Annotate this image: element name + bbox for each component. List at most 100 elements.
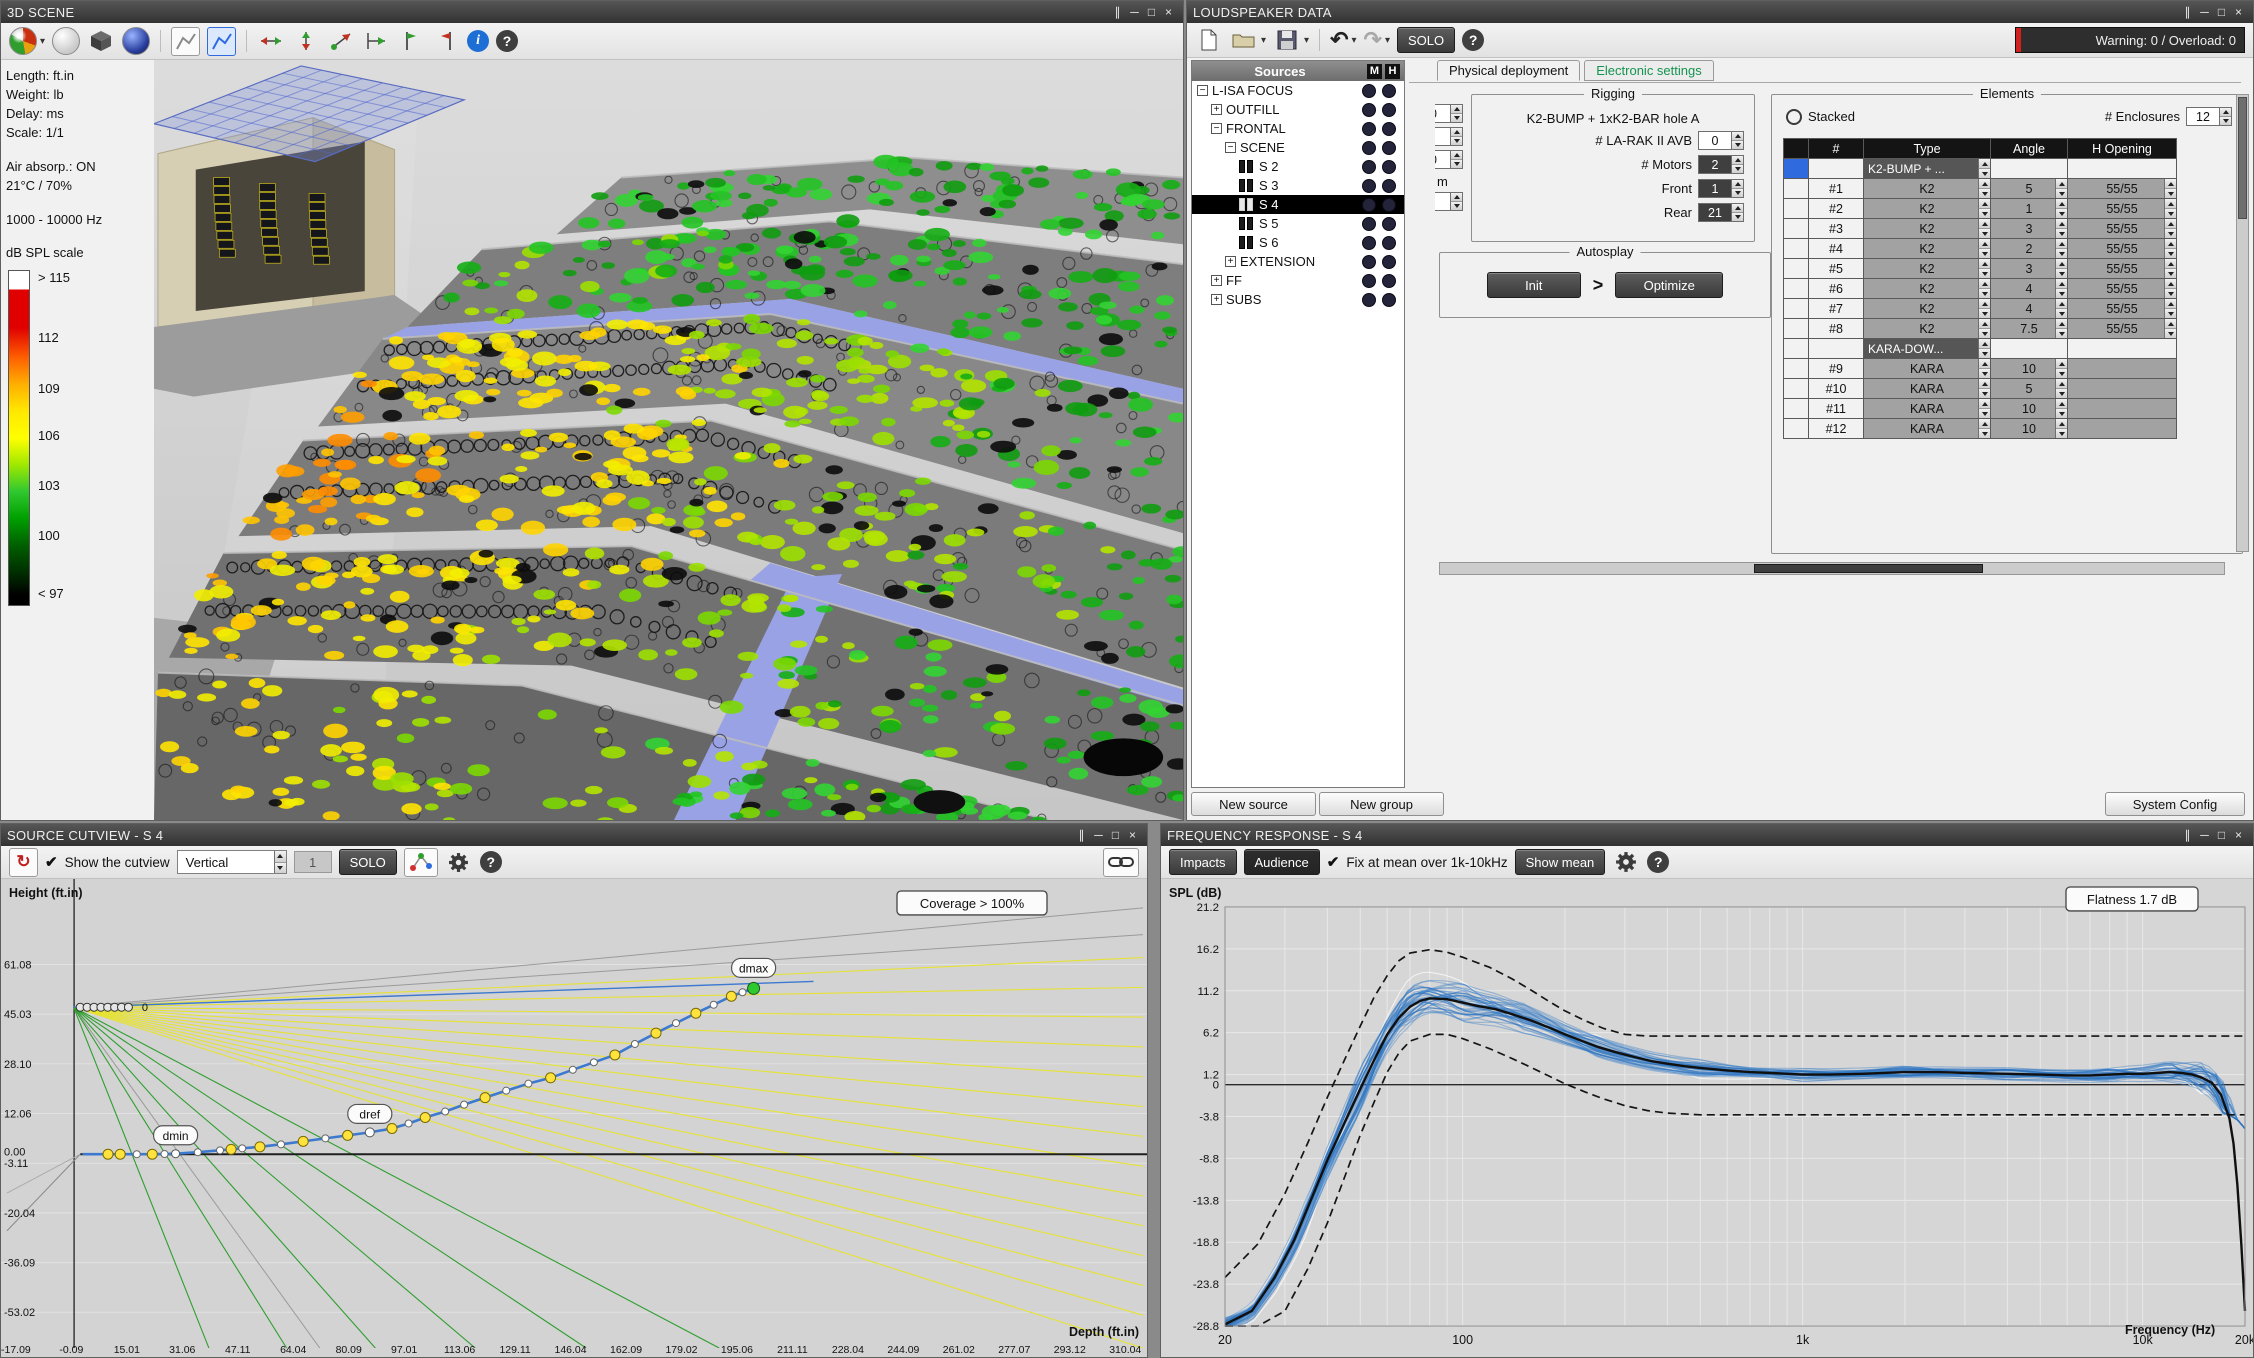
- stacked-radio[interactable]: [1786, 109, 1802, 125]
- row-indicator[interactable]: [1783, 318, 1809, 339]
- hide-indicator[interactable]: [1382, 160, 1396, 174]
- init-button[interactable]: Init: [1487, 272, 1581, 298]
- mute-indicator[interactable]: [1362, 179, 1376, 193]
- open-file-icon[interactable]: [1230, 27, 1258, 53]
- element-type-cell[interactable]: K2: [1863, 258, 1991, 279]
- spinbox[interactable]: 00: [1435, 150, 1463, 169]
- spinner-icon[interactable]: [2055, 299, 2067, 318]
- undo-icon[interactable]: ↶: [1330, 30, 1348, 50]
- new-group-button[interactable]: New group: [1319, 792, 1444, 816]
- row-indicator[interactable]: [1783, 418, 1809, 439]
- enclosures-spinbox[interactable]: 12: [2186, 107, 2232, 126]
- hide-indicator[interactable]: [1382, 179, 1396, 193]
- close-icon[interactable]: ×: [1124, 828, 1141, 842]
- open-caret-icon[interactable]: ▾: [1261, 35, 1266, 46]
- mute-indicator[interactable]: [1362, 274, 1376, 288]
- row-indicator[interactable]: [1783, 358, 1809, 379]
- save-caret-icon[interactable]: ▾: [1304, 35, 1309, 46]
- solo-button[interactable]: SOLO: [1397, 27, 1455, 53]
- row-indicator[interactable]: [1783, 258, 1809, 279]
- mute-indicator[interactable]: [1362, 84, 1376, 98]
- element-angle-cell[interactable]: 1: [1990, 198, 2068, 219]
- pin-icon[interactable]: ∥: [1073, 828, 1090, 842]
- element-hopening-cell[interactable]: 55/55: [2067, 278, 2177, 299]
- element-type-cell[interactable]: K2: [1863, 238, 1991, 259]
- spinbox[interactable]: 1: [1435, 127, 1463, 146]
- spinner-icon[interactable]: [2055, 419, 2067, 438]
- tree-item-frontal[interactable]: −FRONTAL: [1192, 119, 1404, 138]
- element-row[interactable]: #2K2155/55: [1784, 199, 2177, 219]
- spinner-icon[interactable]: [2055, 259, 2067, 278]
- spinner-icon[interactable]: [2164, 299, 2176, 318]
- pin-icon[interactable]: ∥: [2179, 828, 2196, 842]
- element-row[interactable]: #5K2355/55: [1784, 259, 2177, 279]
- spinner-icon[interactable]: [1978, 219, 1990, 238]
- start-flag-icon[interactable]: [397, 28, 425, 54]
- element-hopening-cell[interactable]: [2067, 418, 2177, 439]
- element-type-cell[interactable]: KARA-DOW...: [1863, 338, 1991, 359]
- spinner-icon[interactable]: [1731, 204, 1743, 221]
- mute-indicator[interactable]: [1362, 293, 1376, 307]
- new-source-button[interactable]: New source: [1191, 792, 1316, 816]
- row-indicator[interactable]: [1783, 218, 1809, 239]
- spinner-icon[interactable]: [2164, 179, 2176, 198]
- spinner-icon[interactable]: [1978, 299, 1990, 318]
- scrollbar-thumb[interactable]: [1754, 564, 1983, 573]
- refresh-button[interactable]: ↻: [9, 848, 38, 877]
- plane-index-field[interactable]: 1: [294, 851, 332, 873]
- spinner-icon[interactable]: [2055, 379, 2067, 398]
- tree-item-scene[interactable]: −SCENE: [1192, 138, 1404, 157]
- element-hopening-cell[interactable]: 55/55: [2067, 198, 2177, 219]
- row-indicator[interactable]: [1783, 238, 1809, 259]
- spinner-icon[interactable]: [1978, 319, 1990, 338]
- link-icon[interactable]: [1103, 848, 1139, 877]
- spinner-icon[interactable]: [2164, 219, 2176, 238]
- element-angle-cell[interactable]: [1990, 338, 2068, 359]
- row-indicator[interactable]: [1783, 198, 1809, 219]
- element-angle-cell[interactable]: [1990, 158, 2068, 179]
- spinner-icon[interactable]: [2055, 179, 2067, 198]
- fix-at-mean-checkbox[interactable]: ✔: [1327, 853, 1340, 871]
- element-row[interactable]: K2-BUMP + ...: [1784, 159, 2177, 179]
- element-angle-cell[interactable]: 4: [1990, 278, 2068, 299]
- spinner-icon[interactable]: [1731, 180, 1743, 197]
- plain-sphere-icon[interactable]: [52, 27, 80, 55]
- save-icon[interactable]: [1273, 27, 1301, 53]
- spinner-icon[interactable]: [1978, 159, 1990, 178]
- system-config-button[interactable]: System Config: [2105, 792, 2245, 816]
- hide-indicator[interactable]: [1382, 198, 1396, 212]
- info-button[interactable]: i: [467, 30, 489, 52]
- spinbox[interactable]: 00: [1435, 104, 1463, 123]
- element-row[interactable]: #1K2555/55: [1784, 179, 2177, 199]
- spinner-icon[interactable]: [2164, 319, 2176, 338]
- mirror-y-icon[interactable]: [292, 28, 320, 54]
- redo-icon[interactable]: ↷: [1364, 30, 1382, 50]
- row-indicator[interactable]: [1783, 398, 1809, 419]
- tree-item-ff[interactable]: +FF: [1192, 271, 1404, 290]
- element-hopening-cell[interactable]: 55/55: [2067, 258, 2177, 279]
- element-row[interactable]: #12KARA10: [1784, 419, 2177, 439]
- spinner-icon[interactable]: [2219, 108, 2231, 125]
- spinner-icon[interactable]: [2055, 399, 2067, 418]
- tree-item-s-2[interactable]: S 2: [1192, 157, 1404, 176]
- cutview-tool-icon[interactable]: [171, 27, 200, 56]
- rotate-view-icon[interactable]: [327, 28, 355, 54]
- help-button[interactable]: ?: [480, 851, 502, 873]
- deployment-horizontal-scrollbar[interactable]: [1439, 562, 2225, 575]
- element-row[interactable]: #6K2455/55: [1784, 279, 2177, 299]
- element-hopening-cell[interactable]: [2067, 398, 2177, 419]
- new-file-icon[interactable]: [1195, 27, 1223, 53]
- spinner-icon[interactable]: [1978, 379, 1990, 398]
- restore-icon[interactable]: □: [2213, 5, 2230, 19]
- hide-indicator[interactable]: [1382, 236, 1396, 250]
- hide-indicator[interactable]: [1382, 293, 1396, 307]
- hide-indicator[interactable]: [1382, 255, 1396, 269]
- restore-icon[interactable]: □: [1143, 5, 1160, 19]
- element-row[interactable]: #11KARA10: [1784, 399, 2177, 419]
- collapse-icon[interactable]: −: [1197, 85, 1208, 96]
- spinner-icon[interactable]: [1978, 259, 1990, 278]
- restore-icon[interactable]: □: [2213, 828, 2230, 842]
- align-view-icon[interactable]: [362, 28, 390, 54]
- mute-indicator[interactable]: [1362, 255, 1376, 269]
- cutview-chart-area[interactable]: 061.0845.0328.1012.060.00-3.11-20.04-36.…: [1, 879, 1147, 1357]
